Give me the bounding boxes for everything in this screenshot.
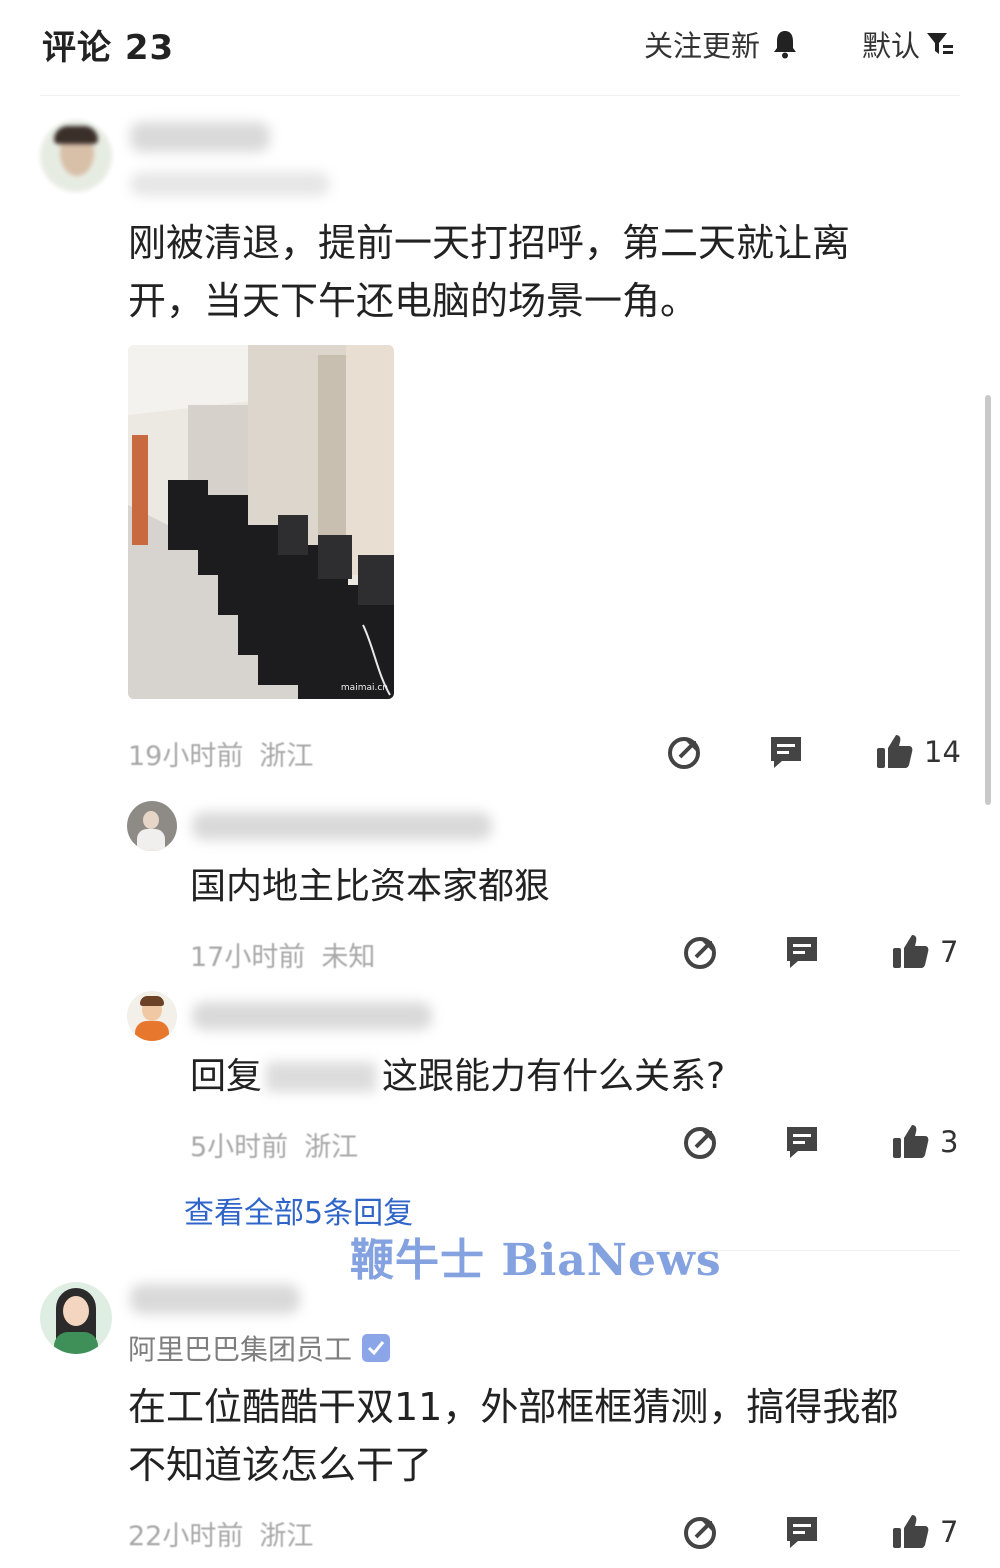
reply-meta: 17小时前 未知 [190, 935, 375, 974]
comment-icon[interactable] [782, 932, 822, 972]
comment-text-line-2: 不知道该怎么干了 [128, 1443, 433, 1487]
mention-redacted [266, 1062, 377, 1092]
verified-icon [362, 1334, 391, 1362]
like-count: 3 [940, 1125, 959, 1159]
reply-actions: 7 [680, 932, 964, 972]
reply-text: 国内地主比资本家都狠 [190, 866, 551, 907]
reply-main-text: 这跟能力有什么关系? [382, 1056, 726, 1097]
reply-actions: 3 [680, 1122, 964, 1162]
comment-actions: 7 [680, 1512, 964, 1552]
employee-role: 阿里巴巴集团员工 [128, 1333, 353, 1366]
comments-header: 评论 23 关注更新 默认 [0, 0, 1000, 96]
comment-meta: 19小时前 浙江 [128, 734, 313, 773]
comment-icon[interactable] [782, 1512, 822, 1552]
username-redacted [192, 1002, 432, 1030]
like-count: 7 [940, 935, 959, 969]
follow-updates-label: 关注更新 [644, 29, 761, 63]
comment-text-line-1: 在工位酷酷干双11，外部框框猜测，搞得我都 [128, 1385, 899, 1429]
comment-location: 浙江 [259, 1521, 314, 1552]
username-redacted [130, 1284, 300, 1314]
sort-button[interactable]: 默认 [862, 24, 954, 64]
like-count: 14 [924, 735, 961, 769]
user-info-redacted [130, 172, 330, 196]
comment-text-line-1: 刚被清退，提前一天打招呼，第二天就让离 [128, 221, 851, 265]
bell-icon [774, 31, 797, 59]
avatar[interactable] [127, 801, 177, 851]
thumbs-up-icon[interactable] [890, 1122, 930, 1162]
like-count: 7 [940, 1515, 959, 1549]
comment-image[interactable]: maimai.cn [128, 345, 394, 699]
reply-time: 5小时前 [190, 1132, 289, 1163]
share-icon[interactable] [680, 1512, 720, 1552]
comment-location: 浙江 [259, 741, 314, 772]
share-icon[interactable] [680, 1122, 720, 1162]
avatar[interactable] [40, 1282, 112, 1354]
avatar[interactable] [40, 120, 112, 192]
reply-location: 未知 [321, 942, 376, 973]
share-icon[interactable] [680, 932, 720, 972]
username-redacted [130, 122, 270, 152]
image-watermark: maimai.cn [340, 683, 388, 693]
username-redacted [192, 812, 492, 840]
thumbs-up-icon[interactable] [890, 1512, 930, 1552]
office-photo [128, 345, 394, 699]
comment-meta: 22小时前 浙江 [128, 1514, 313, 1553]
sort-label: 默认 [862, 29, 921, 63]
thumbs-up-icon[interactable] [874, 732, 914, 772]
reply-time: 17小时前 [190, 942, 306, 973]
comment-time: 19小时前 [128, 741, 244, 772]
comments-title: 评论 23 [42, 28, 175, 68]
reply-meta: 5小时前 浙江 [190, 1125, 358, 1164]
thumbs-up-icon[interactable] [890, 932, 930, 972]
comment-actions: 14 [664, 732, 964, 772]
share-icon[interactable] [664, 732, 704, 772]
follow-updates-button[interactable]: 关注更新 [644, 24, 798, 64]
watermark: 鞭牛士 BiaNews [350, 1235, 722, 1286]
employee-badge: 阿里巴巴集团员工 [128, 1328, 391, 1368]
comment-icon[interactable] [782, 1122, 822, 1162]
scrollbar[interactable] [985, 395, 991, 805]
header-divider [40, 95, 960, 96]
filter-icon [927, 33, 954, 54]
comment-text-line-2: 开，当天下午还电脑的场景一角。 [128, 279, 699, 323]
comment-time: 22小时前 [128, 1521, 244, 1552]
reply-text: 回复 这跟能力有什么关系? [190, 1052, 725, 1102]
comment-icon[interactable] [766, 732, 806, 772]
avatar[interactable] [127, 991, 177, 1041]
reply-prefix: 回复 [190, 1056, 263, 1097]
reply-location: 浙江 [304, 1132, 359, 1163]
